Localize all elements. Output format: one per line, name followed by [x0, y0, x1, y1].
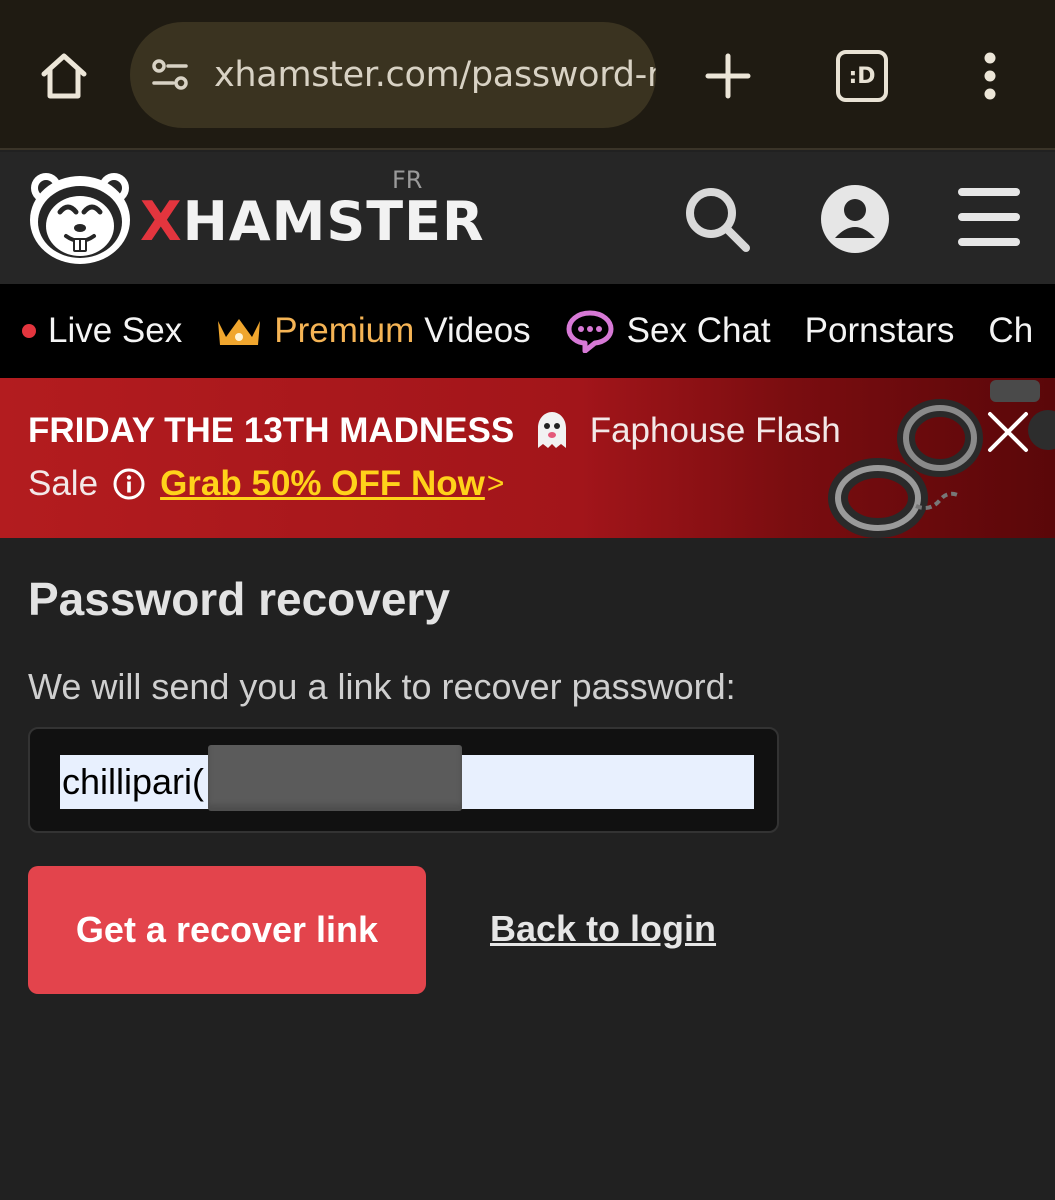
promo-banner[interactable]: FRIDAY THE 13TH MADNESS Faphouse Flash S… — [0, 378, 1055, 538]
nav-item-live-sex[interactable]: Live Sex — [22, 311, 182, 351]
promo-cta-line: Sale Grab 50% OFF Now > — [28, 464, 504, 504]
nav-item-premium-videos[interactable]: Premium Videos — [216, 311, 531, 351]
user-account-icon[interactable] — [820, 184, 890, 254]
nav-item-sex-chat[interactable]: Sex Chat — [565, 309, 771, 353]
home-icon[interactable] — [36, 48, 92, 104]
nav-item-label: Sex Chat — [626, 311, 771, 350]
overflow-menu-icon[interactable] — [970, 48, 1010, 104]
live-dot-icon — [22, 324, 36, 338]
logo-x: X — [140, 190, 183, 253]
back-to-login-link[interactable]: Back to login — [490, 908, 716, 950]
info-icon[interactable] — [112, 467, 146, 501]
close-icon[interactable] — [986, 410, 1030, 454]
handcuffs-image — [828, 380, 1055, 538]
address-bar[interactable]: xhamster.com/password-r — [130, 22, 656, 128]
ghost-emoji-icon — [537, 412, 566, 448]
nav-item-truncated[interactable]: Ch — [988, 311, 1033, 351]
brand-logo[interactable]: XHAMSTER — [140, 190, 485, 253]
nav-item-label: Live Sex — [48, 311, 183, 350]
page-description: We will send you a link to recover passw… — [28, 666, 736, 707]
promo-cta-arrow[interactable]: > — [487, 467, 505, 501]
search-icon[interactable] — [682, 184, 752, 254]
logo-text: HAMSTER — [182, 190, 485, 253]
tab-switcher-button[interactable]: :D — [836, 50, 888, 102]
promo-brand-text: Faphouse Flash — [589, 411, 841, 450]
nav-item-label: Ch — [988, 311, 1034, 350]
new-tab-icon[interactable] — [700, 48, 756, 104]
nav-item-prefix: Premium — [274, 311, 415, 350]
get-recover-link-button[interactable]: Get a recover link — [28, 866, 426, 994]
nav-item-pornstars[interactable]: Pornstars — [805, 311, 955, 351]
hamster-logo-icon[interactable] — [26, 166, 134, 268]
url-text[interactable]: xhamster.com/password-r — [214, 55, 656, 95]
promo-sale-text: Sale — [28, 464, 99, 503]
browser-toolbar: xhamster.com/password-r :D — [0, 0, 1055, 150]
nav-item-label: Videos — [424, 311, 531, 350]
category-nav: Live Sex Premium Videos Sex Chat Pornsta… — [0, 284, 1055, 378]
crown-icon — [218, 319, 261, 345]
site-settings-icon[interactable] — [148, 52, 194, 98]
promo-headline: FRIDAY THE 13TH MADNESS — [28, 411, 515, 450]
region-label: FR — [392, 166, 423, 194]
nav-item-label: Pornstars — [804, 311, 955, 350]
email-field-container — [28, 727, 779, 833]
chat-bubble-icon — [566, 310, 614, 353]
redaction-overlay — [208, 745, 462, 811]
promo-headline-line: FRIDAY THE 13TH MADNESS Faphouse Flash — [28, 410, 841, 451]
promo-cta-link[interactable]: Grab 50% OFF Now — [160, 464, 485, 504]
page-title: Password recovery — [28, 573, 450, 625]
hamburger-menu-icon[interactable] — [958, 186, 1020, 248]
site-header: XHAMSTER FR — [0, 152, 1055, 284]
